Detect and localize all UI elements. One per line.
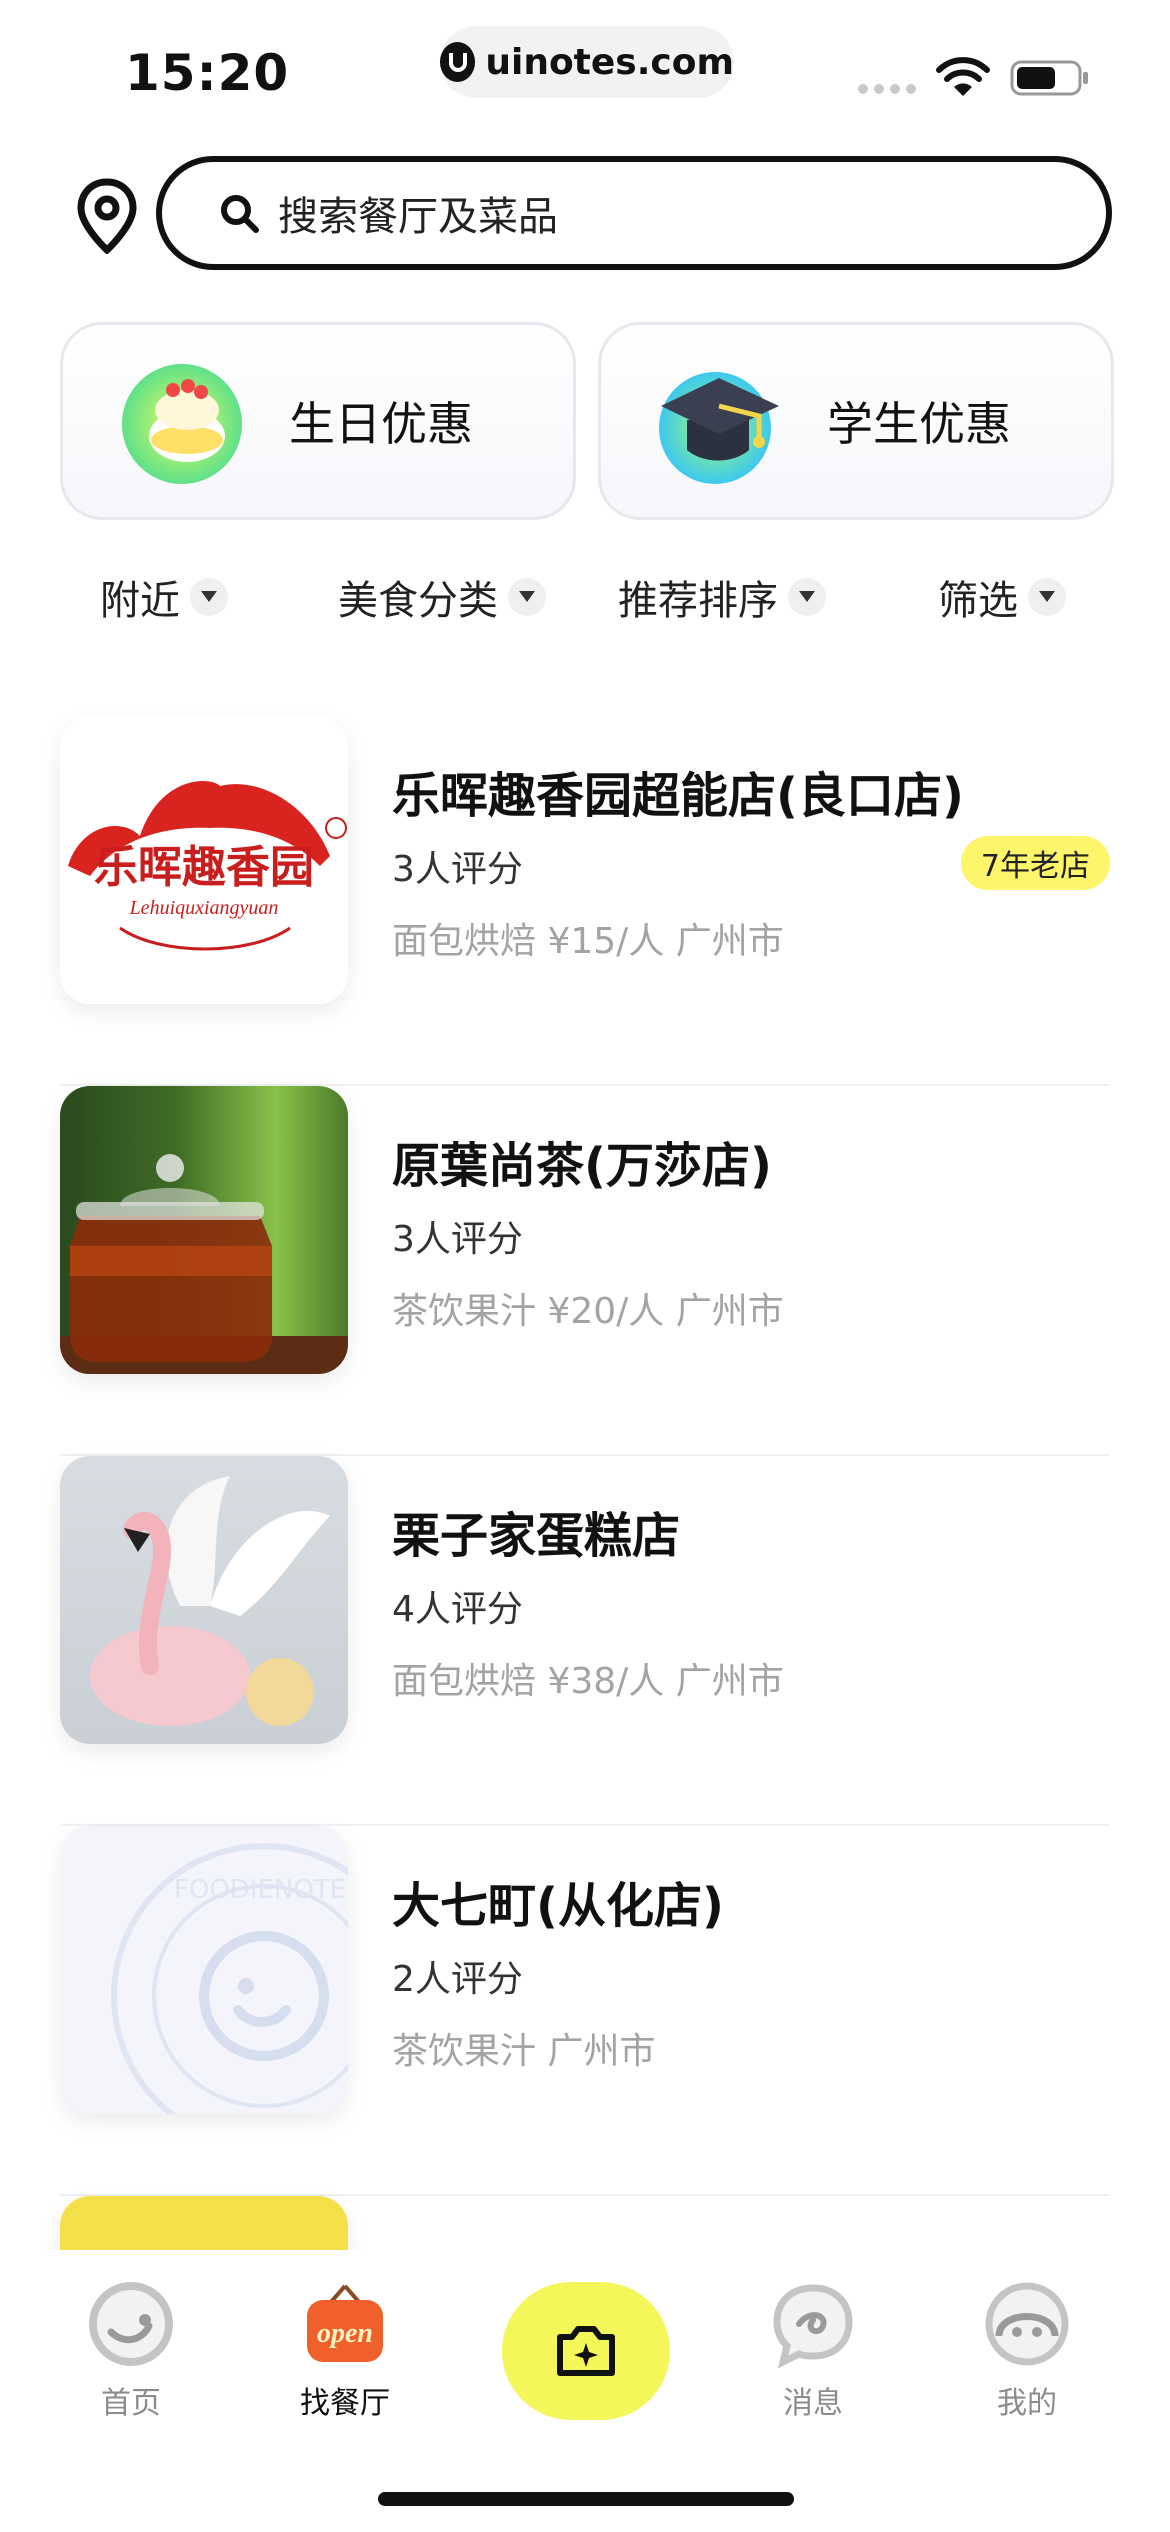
restaurant-rating: 3人评分 [392,849,523,890]
logo-subtext: Lehuiquxiangyuan [129,897,279,919]
caret-down-icon [788,578,826,616]
birthday-cake-icon [122,364,242,484]
years-badge: 7年老店 [960,836,1110,890]
profile-icon [985,2282,1069,2366]
restaurant-meta: 面包烘焙 ¥15/人 广州市 [392,921,784,962]
search-input[interactable]: 搜索餐厅及菜品 [156,156,1112,270]
status-time: 15:20 [125,44,290,102]
site-logo-icon [440,42,476,82]
wifi-icon [936,57,990,96]
filter-category[interactable]: 美食分类 [338,568,546,626]
caret-down-icon [508,578,546,616]
tab-home[interactable]: 首页 [56,2280,206,2422]
filter-label: 美食分类 [338,578,498,624]
filter-label: 推荐排序 [618,578,778,624]
restaurant-photo [60,1086,348,1374]
url-text: uinotes.com [485,41,734,83]
restaurant-meta: 面包烘焙 ¥38/人 广州市 [392,1661,784,1702]
restaurant-rating: 2人评分 [392,1959,523,2000]
url-pill[interactable]: uinotes.com [440,26,734,98]
svg-text:open: open [317,2318,373,2349]
caret-down-icon [1028,578,1066,616]
filter-sort[interactable]: 推荐排序 [618,568,826,626]
filter-label: 筛选 [938,578,1018,624]
tab-messages[interactable]: 消息 [738,2280,888,2422]
message-icon [773,2284,853,2368]
tab-profile[interactable]: 我的 [952,2280,1102,2422]
restaurant-name: 大七町(从化店) [392,1878,724,1934]
restaurant-card[interactable]: 原葉尚茶(万莎店) 3人评分 茶饮果汁 ¥20/人 广州市 [60,1086,1110,1456]
bottom-tab-bar: 首页 open 找餐厅 消息 我的 [0,2250,1170,2532]
tab-label: 找餐厅 [300,2386,390,2421]
caret-down-icon [190,578,228,616]
placeholder-logo-image: FOODIENOTE [60,1826,348,2114]
restaurant-photo [60,1456,348,1744]
camera-button[interactable] [502,2282,670,2420]
filter-screen[interactable]: 筛选 [938,568,1066,626]
home-icon [89,2282,173,2366]
status-bar: 15:20 uinotes.com [0,0,1170,140]
graduation-cap-icon [659,372,779,484]
watermark-text: FOODIENOTE [174,1875,346,1905]
restaurant-card[interactable]: 栗子家蛋糕店 4人评分 面包烘焙 ¥38/人 广州市 [60,1456,1110,1826]
filter-label: 附近 [100,578,180,624]
restaurant-name: 栗子家蛋糕店 [392,1508,681,1564]
open-sign-icon: open [307,2284,383,2362]
restaurant-name: 原葉尚茶(万莎店) [392,1138,772,1194]
tab-label: 我的 [997,2386,1057,2421]
tab-restaurants[interactable]: open 找餐厅 [270,2280,420,2422]
student-promo-card[interactable]: 学生优惠 [598,322,1114,520]
restaurant-meta: 茶饮果汁 ¥20/人 广州市 [392,1291,784,1332]
search-placeholder: 搜索餐厅及菜品 [278,194,558,240]
restaurant-card[interactable]: FOODIENOTE 大七町(从化店) 2人评分 茶饮果汁 广州市 [60,1826,1110,2196]
restaurant-name: 乐晖趣香园超能店(良口店) [392,768,964,824]
cellular-signal-icon [858,84,916,94]
location-pin-icon[interactable] [76,178,138,254]
filter-nearby[interactable]: 附近 [100,568,228,626]
promo-label: 生日优惠 [289,397,473,451]
home-indicator[interactable] [378,2492,794,2506]
tab-label: 首页 [101,2386,161,2421]
restaurant-meta: 茶饮果汁 广州市 [392,2031,656,2072]
logo-text: 乐晖趣香园 [94,843,314,892]
restaurant-card[interactable]: 乐晖趣香园 Lehuiquxiangyuan 乐晖趣香园超能店(良口店) 3人评… [60,716,1110,1086]
filter-bar: 附近 美食分类 推荐排序 筛选 [0,568,1170,638]
battery-icon [1010,60,1088,96]
restaurant-logo-image: 乐晖趣香园 Lehuiquxiangyuan [60,716,348,1004]
restaurant-rating: 3人评分 [392,1219,523,1260]
restaurant-rating: 4人评分 [392,1589,523,1630]
promo-label: 学生优惠 [827,397,1011,451]
search-icon [221,195,259,233]
tab-label: 消息 [783,2386,843,2421]
camera-icon [557,2326,615,2376]
birthday-promo-card[interactable]: 生日优惠 [60,322,576,520]
